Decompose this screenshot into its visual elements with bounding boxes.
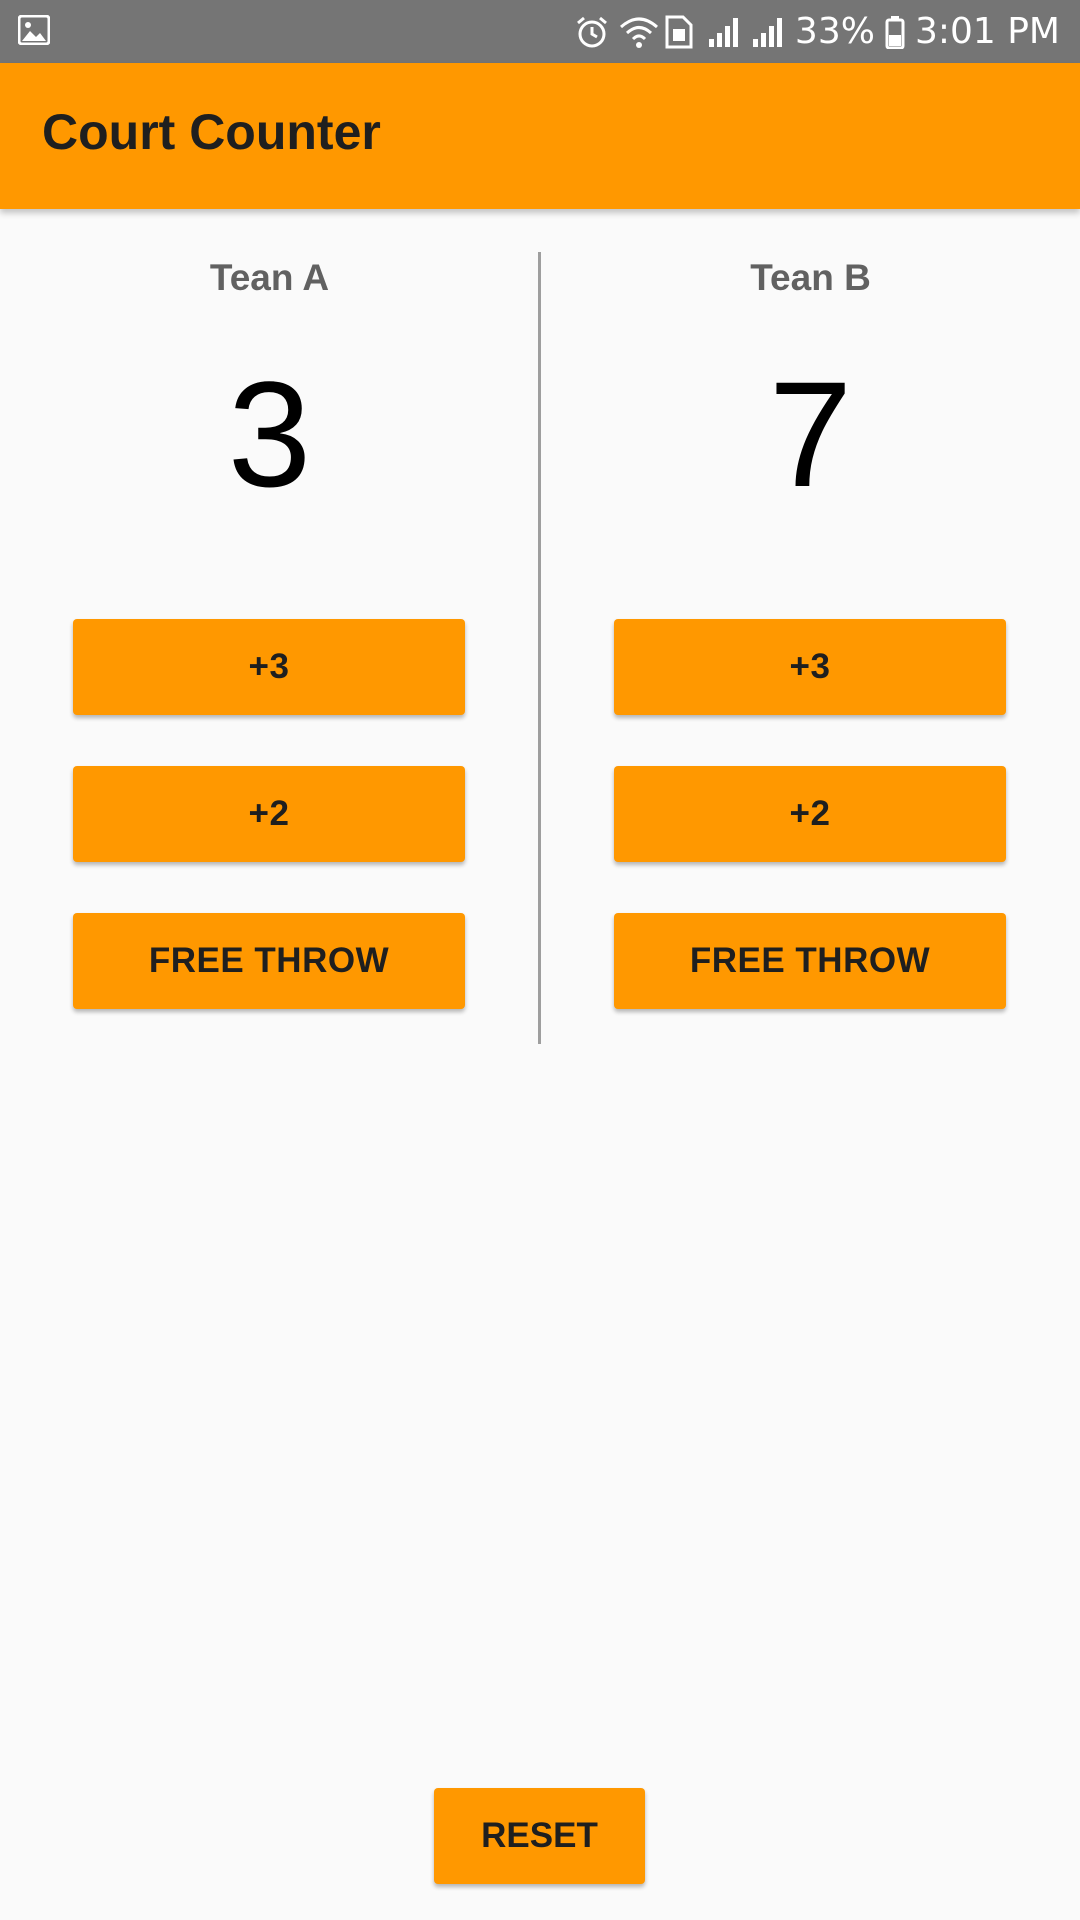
clock: 3:01 PM (914, 11, 1060, 52)
team-a-name: Tean A (209, 257, 330, 298)
reset-button[interactable]: RESET (434, 1788, 645, 1884)
signal-icon (707, 15, 741, 49)
battery-icon (885, 15, 905, 49)
status-bar: 33% 3:01 PM (0, 0, 1080, 63)
team-b-free-throw-button[interactable]: FREE THROW (614, 913, 1006, 1009)
app-bar: Court Counter (0, 63, 1080, 209)
team-b-score: 7 (768, 350, 853, 518)
wifi-icon (619, 15, 658, 49)
team-a-plus-2-button[interactable]: +2 (73, 766, 465, 862)
signal-icon (751, 15, 785, 49)
team-b-plus-2-button[interactable]: +2 (614, 766, 1006, 862)
team-a-free-throw-button[interactable]: FREE THROW (73, 913, 465, 1009)
team-b-name: Tean B (750, 257, 871, 298)
gallery-icon (17, 14, 51, 46)
team-b-panel: Tean B 7 +3 +2 FREE THROW (541, 209, 1080, 1045)
app-title: Court Counter (42, 104, 381, 160)
team-a-score: 3 (227, 350, 312, 518)
alarm-icon (575, 15, 609, 49)
sim-icon (663, 15, 697, 49)
team-b-plus-3-button[interactable]: +3 (614, 619, 1006, 715)
status-icons: 33% 3:01 PM (575, 0, 1060, 63)
team-a-panel: Tean A 3 +3 +2 FREE THROW (0, 209, 539, 1045)
battery-percent: 33% (794, 11, 875, 52)
team-a-plus-3-button[interactable]: +3 (73, 619, 465, 715)
